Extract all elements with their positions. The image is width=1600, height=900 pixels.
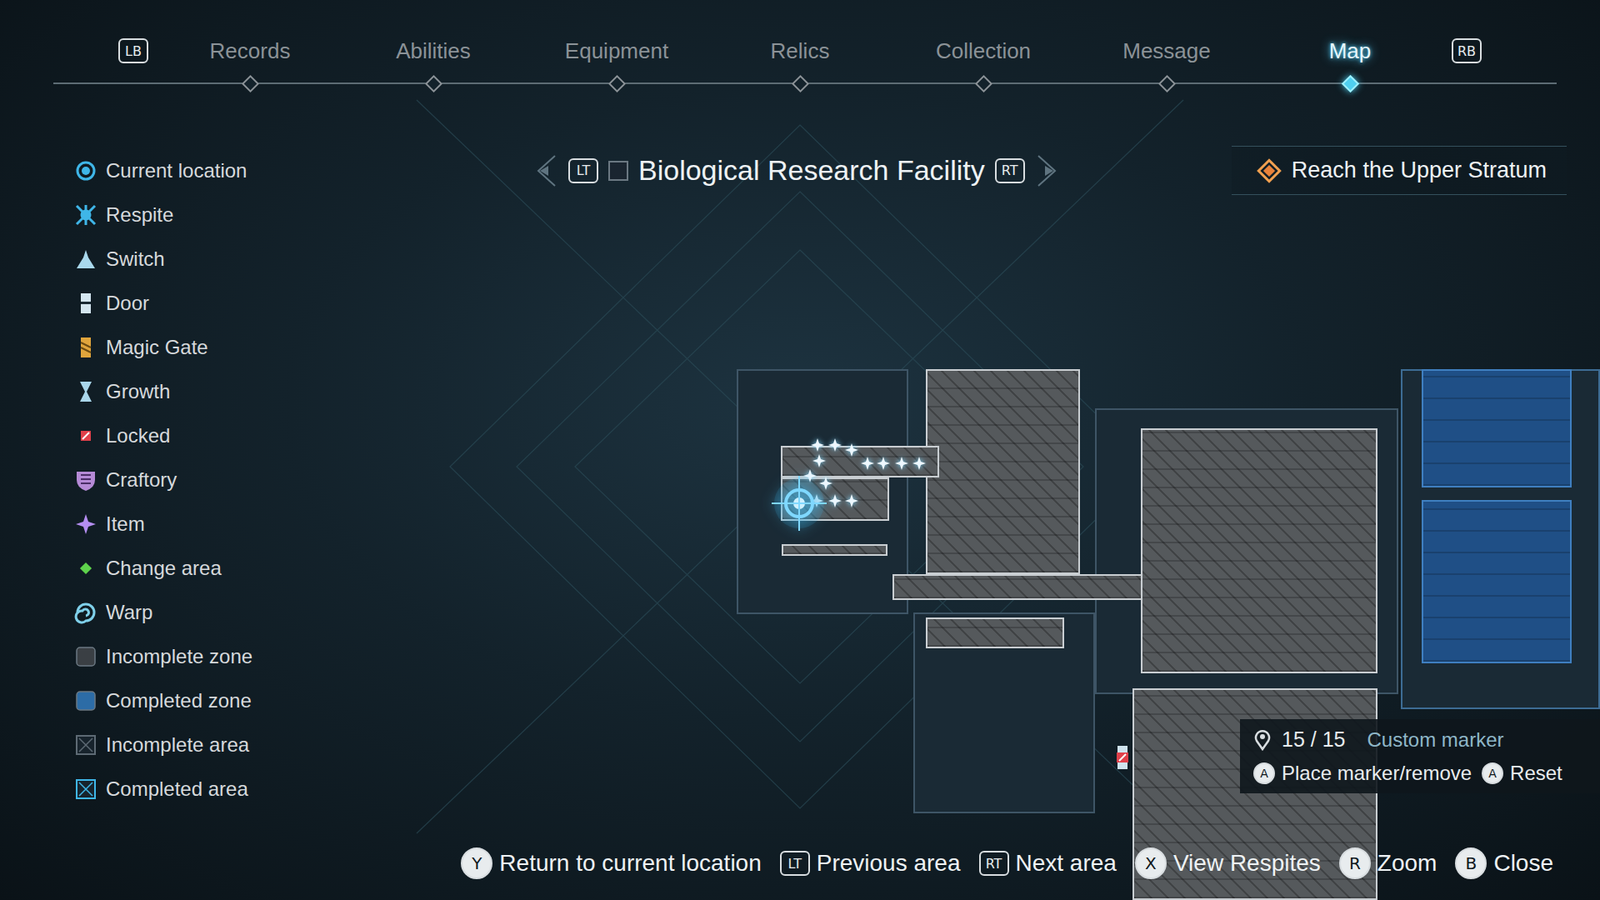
nav-tab[interactable]: Records — [158, 34, 342, 90]
legend-item: Completed area — [74, 766, 350, 811]
control-hint[interactable]: RZoom — [1339, 847, 1438, 880]
legend-item: Warp — [74, 590, 350, 635]
legend-item: Door — [74, 280, 350, 325]
item-marker-icon[interactable] — [860, 456, 875, 470]
right-arrow-icon[interactable] — [1035, 152, 1060, 190]
marker-action[interactable]: AReset — [1481, 761, 1563, 785]
tab-diamond-icon — [790, 75, 809, 93]
legend-item: Current location — [74, 148, 350, 193]
map-legend: Current locationRespiteSwitchDoorMagic G… — [0, 95, 350, 839]
button-key: R — [1339, 847, 1371, 880]
marker-pin-icon — [1253, 729, 1272, 751]
area-switcher: LT Biological Research Facility RT — [533, 152, 1060, 190]
map-room — [780, 445, 940, 478]
item-marker-icon[interactable] — [876, 456, 890, 470]
tab-diamond-icon — [424, 75, 442, 93]
zone-icon — [74, 645, 98, 669]
legend-item: Change area — [74, 545, 350, 590]
door-icon — [74, 291, 98, 315]
area-status-icon — [608, 160, 629, 181]
map-room — [1421, 369, 1572, 488]
custom-marker-panel: 15 / 15Custom markerAPlace marker/remove… — [1240, 719, 1600, 794]
legend-item: Incomplete zone — [74, 634, 350, 679]
control-hint[interactable]: RTNext area — [979, 850, 1117, 877]
nav-tab[interactable]: Map — [1258, 34, 1442, 90]
switch-icon — [74, 247, 98, 271]
item-marker-icon[interactable] — [912, 456, 926, 470]
tab-diamond-icon — [1157, 75, 1175, 93]
left-arrow-icon[interactable] — [533, 152, 559, 190]
legend-item: Incomplete area — [74, 722, 350, 767]
legend-item: Respite — [74, 192, 350, 237]
change-icon — [74, 556, 98, 580]
map-room — [1140, 428, 1378, 674]
nav-tab[interactable]: Relics — [708, 34, 892, 90]
area-icon — [74, 733, 98, 757]
nav-tab[interactable]: Abilities — [341, 34, 525, 90]
tab-diamond-icon — [974, 75, 992, 93]
item-marker-icon[interactable] — [812, 454, 826, 468]
bumper-key[interactable]: RB — [1451, 38, 1482, 64]
area-icon — [74, 777, 98, 801]
bumper-key[interactable]: LB — [118, 38, 149, 64]
legend-item: Growth — [74, 369, 350, 414]
area-name: Biological Research Facility — [638, 154, 985, 187]
control-hint[interactable]: YReturn to current location — [460, 847, 761, 880]
item-marker-icon[interactable] — [828, 438, 842, 452]
button-key: LT — [780, 850, 810, 876]
button-key: Y — [460, 847, 493, 880]
button-key: B — [1455, 847, 1487, 880]
legend-item: Craftory — [74, 457, 350, 502]
item-icon — [74, 512, 98, 536]
zone-icon — [74, 689, 98, 713]
legend-item: Locked — [74, 413, 350, 458]
item-marker-icon[interactable] — [828, 494, 842, 508]
map-room — [1421, 500, 1572, 664]
tab-diamond-icon — [1340, 75, 1359, 93]
growth-icon — [74, 380, 98, 404]
locked-icon — [74, 424, 98, 448]
button-key: A — [1481, 762, 1504, 785]
map-screen: LB RecordsAbilitiesEquipmentRelicsCollect… — [0, 0, 1600, 900]
map-room — [892, 574, 1143, 600]
gate-icon — [74, 335, 98, 360]
trigger-key[interactable]: LT — [568, 158, 599, 184]
map-room — [925, 369, 1080, 575]
trigger-key[interactable]: RT — [995, 158, 1025, 184]
item-marker-icon[interactable] — [819, 476, 833, 490]
tab-diamond-icon — [240, 75, 259, 93]
craftory-icon — [74, 468, 98, 492]
tab-diamond-icon — [607, 75, 625, 93]
locked-door-icon[interactable] — [1112, 745, 1133, 770]
control-hint[interactable]: LTPrevious area — [780, 850, 961, 877]
button-key: RT — [979, 850, 1010, 876]
objective-diamond-icon — [1255, 156, 1284, 185]
control-hints: YReturn to current location LTPrevious ar… — [0, 838, 1600, 900]
legend-item: Switch — [74, 236, 350, 281]
top-nav: LB RecordsAbilitiesEquipmentRelicsCollect… — [0, 0, 1600, 96]
current-location-icon — [770, 474, 829, 533]
objective: Reach the Upper Stratum — [1231, 145, 1567, 195]
respite-icon — [74, 203, 98, 227]
warp-icon — [74, 600, 98, 625]
legend-item: Completed zone — [74, 678, 350, 723]
current-icon — [74, 159, 98, 183]
control-hint[interactable]: BClose — [1455, 847, 1554, 880]
marker-action[interactable]: APlace marker/remove — [1253, 761, 1472, 785]
legend-item: Item — [74, 501, 350, 546]
button-key: A — [1253, 762, 1275, 785]
map-room — [925, 617, 1065, 649]
item-marker-icon[interactable] — [810, 438, 825, 452]
nav-tab[interactable]: Equipment — [525, 34, 709, 90]
button-key: X — [1135, 847, 1167, 880]
nav-tab[interactable]: Collection — [891, 34, 1075, 90]
legend-item: Magic Gate — [74, 325, 350, 370]
item-marker-icon[interactable] — [845, 494, 859, 508]
item-marker-icon[interactable] — [845, 443, 859, 457]
item-marker-icon[interactable] — [895, 456, 909, 470]
control-hint[interactable]: XView Respites — [1135, 847, 1321, 880]
map-room — [781, 544, 888, 556]
nav-tab[interactable]: Message — [1075, 34, 1259, 90]
